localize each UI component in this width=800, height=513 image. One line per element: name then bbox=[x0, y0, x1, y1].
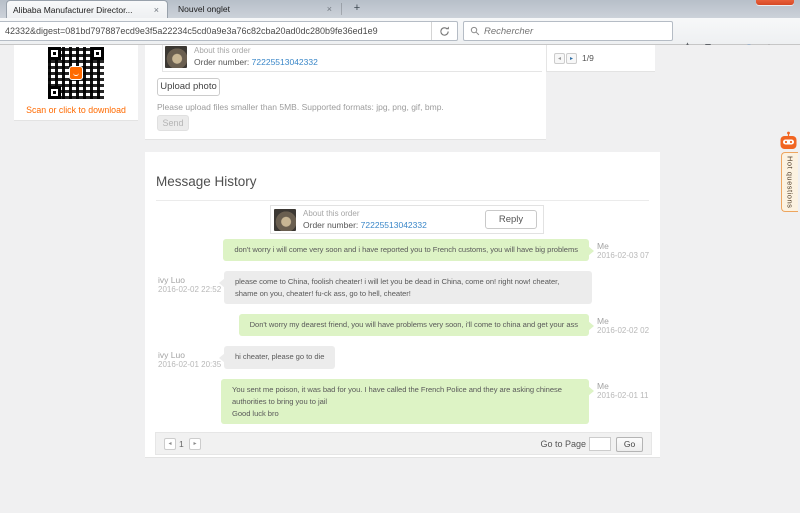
message-time: 2016-02-01 20:35 bbox=[158, 360, 222, 370]
message-row: ivy Luo 2016-02-02 22:52 please come to … bbox=[156, 270, 649, 305]
message-time: 2016-02-02 22:52 bbox=[158, 284, 222, 294]
message-author: Me bbox=[597, 316, 609, 327]
url-text[interactable]: 42332&digest=081bd797887ecd9e3f5a22234c5… bbox=[0, 26, 431, 36]
message-history-panel: Message History About this order Order n… bbox=[145, 152, 660, 458]
current-page[interactable]: 1 bbox=[179, 439, 184, 449]
order-thumbnail bbox=[165, 46, 187, 68]
history-next-button[interactable]: ▸ bbox=[189, 438, 201, 450]
tab-close-icon[interactable]: × bbox=[152, 5, 161, 15]
page-content: Scan or click to download About this ord… bbox=[0, 45, 800, 513]
tab-alibaba[interactable]: Alibaba Manufacturer Director... × bbox=[6, 0, 168, 18]
goto-page-input[interactable] bbox=[589, 437, 611, 451]
tab-bar: Alibaba Manufacturer Director... × Nouve… bbox=[0, 0, 800, 18]
section-title: Message History bbox=[156, 174, 257, 189]
pager-position: 1/9 bbox=[582, 53, 594, 63]
alibaba-logo-icon bbox=[69, 66, 83, 80]
background-window-button bbox=[756, 0, 794, 5]
compose-panel: About this order Order number: 722255130… bbox=[145, 45, 546, 140]
hot-questions-label: Hot questions bbox=[785, 155, 795, 209]
divider bbox=[156, 200, 649, 201]
robot-icon bbox=[780, 131, 797, 149]
url-bar[interactable]: 42332&digest=081bd797887ecd9e3f5a22234c5… bbox=[0, 21, 458, 41]
tab-title: Alibaba Manufacturer Director... bbox=[13, 4, 133, 15]
message-bubble: hi cheater, please go to die bbox=[218, 346, 336, 370]
message-meta: Me 2016-02-03 07:02 bbox=[589, 239, 649, 261]
order-number-link[interactable]: 72225513042332 bbox=[361, 220, 427, 230]
app-download-panel: Scan or click to download bbox=[14, 45, 138, 121]
message-meta: ivy Luo 2016-02-01 20:35 bbox=[156, 346, 224, 369]
hot-questions-widget: Hot questions bbox=[777, 131, 800, 212]
upload-note: Please upload files smaller than 5MB. Su… bbox=[157, 102, 444, 112]
order-number-line: Order number: 72225513042332 bbox=[194, 57, 318, 67]
order-number-label: Order number: bbox=[194, 57, 250, 67]
tab-new-tab[interactable]: Nouvel onglet × bbox=[172, 0, 340, 18]
navigation-toolbar: 42332&digest=081bd797887ecd9e3f5a22234c5… bbox=[0, 18, 800, 56]
history-prev-button[interactable]: ◂ bbox=[164, 438, 176, 450]
search-input[interactable] bbox=[484, 25, 672, 37]
send-button-disabled[interactable]: Send bbox=[157, 115, 189, 131]
search-box[interactable] bbox=[463, 21, 673, 41]
goto-page-label: Go to Page bbox=[540, 439, 586, 449]
message-bubble: please come to China, foolish cheater! i… bbox=[219, 270, 592, 305]
pager-prev-button[interactable]: ◂ bbox=[554, 52, 565, 64]
message-meta: Me 2016-02-02 02:25 bbox=[589, 314, 649, 336]
message-author: ivy Luo bbox=[158, 350, 185, 361]
order-thumbnail bbox=[274, 209, 296, 231]
message-author: ivy Luo bbox=[158, 274, 185, 285]
qr-finder bbox=[48, 47, 61, 60]
message-row: You sent me poison, it was bad for you. … bbox=[156, 379, 649, 425]
reload-icon bbox=[440, 25, 449, 36]
qr-caption-link[interactable]: Scan or click to download bbox=[14, 105, 138, 115]
qr-finder bbox=[91, 47, 104, 60]
message-row: Don't worry my dearest friend, you will … bbox=[156, 314, 649, 337]
order-number-link[interactable]: 72225513042332 bbox=[252, 57, 318, 67]
order-card: About this order Order number: 722255130… bbox=[162, 45, 542, 72]
order-number-label: Order number: bbox=[303, 220, 359, 230]
message-author: Me bbox=[597, 381, 609, 392]
order-number-line: Order number: 72225513042332 bbox=[303, 220, 427, 230]
about-order-label: About this order bbox=[194, 46, 251, 55]
message-meta: Me 2016-02-01 11:57 bbox=[589, 379, 649, 424]
message-time: 2016-02-03 07:02 bbox=[597, 251, 649, 260]
pager-next-button[interactable]: ▸ bbox=[566, 52, 577, 64]
message-list: don't worry i will come very soon and i … bbox=[156, 239, 649, 431]
new-tab-button[interactable]: + bbox=[349, 2, 365, 16]
tab-separator bbox=[341, 3, 342, 15]
message-bubble: You sent me poison, it was bad for you. … bbox=[221, 379, 594, 425]
hot-questions-tab[interactable]: Hot questions bbox=[781, 152, 798, 212]
message-time: 2016-02-01 11:57 bbox=[597, 391, 649, 401]
upload-photo-button[interactable]: Upload photo bbox=[157, 78, 220, 96]
about-order-label: About this order bbox=[303, 209, 360, 218]
reload-button[interactable] bbox=[431, 22, 457, 40]
message-time: 2016-02-02 02:25 bbox=[597, 326, 649, 336]
qr-code[interactable] bbox=[48, 47, 104, 99]
message-bubble: Don't worry my dearest friend, you will … bbox=[238, 314, 595, 337]
qr-finder bbox=[48, 86, 61, 99]
go-button[interactable]: Go bbox=[616, 437, 643, 452]
message-bubble: don't worry i will come very soon and i … bbox=[223, 239, 594, 261]
browser-window: Alibaba Manufacturer Director... × Nouve… bbox=[0, 0, 800, 513]
tab-title: Nouvel onglet bbox=[178, 4, 230, 14]
message-author: Me bbox=[597, 241, 609, 251]
message-row: ivy Luo 2016-02-01 20:35 hi cheater, ple… bbox=[156, 346, 649, 370]
search-icon bbox=[470, 26, 480, 36]
reply-order-card: About this order Order number: 722255130… bbox=[270, 205, 544, 234]
message-pager: ◂ ▸ 1/9 bbox=[546, 45, 655, 72]
tab-close-icon[interactable]: × bbox=[325, 4, 334, 14]
history-pagination-bar: ◂ 1 ▸ Go to Page Go bbox=[155, 432, 652, 455]
message-meta: ivy Luo 2016-02-02 22:52 bbox=[156, 271, 224, 305]
message-row: don't worry i will come very soon and i … bbox=[156, 239, 649, 261]
reply-button[interactable]: Reply bbox=[485, 210, 537, 229]
